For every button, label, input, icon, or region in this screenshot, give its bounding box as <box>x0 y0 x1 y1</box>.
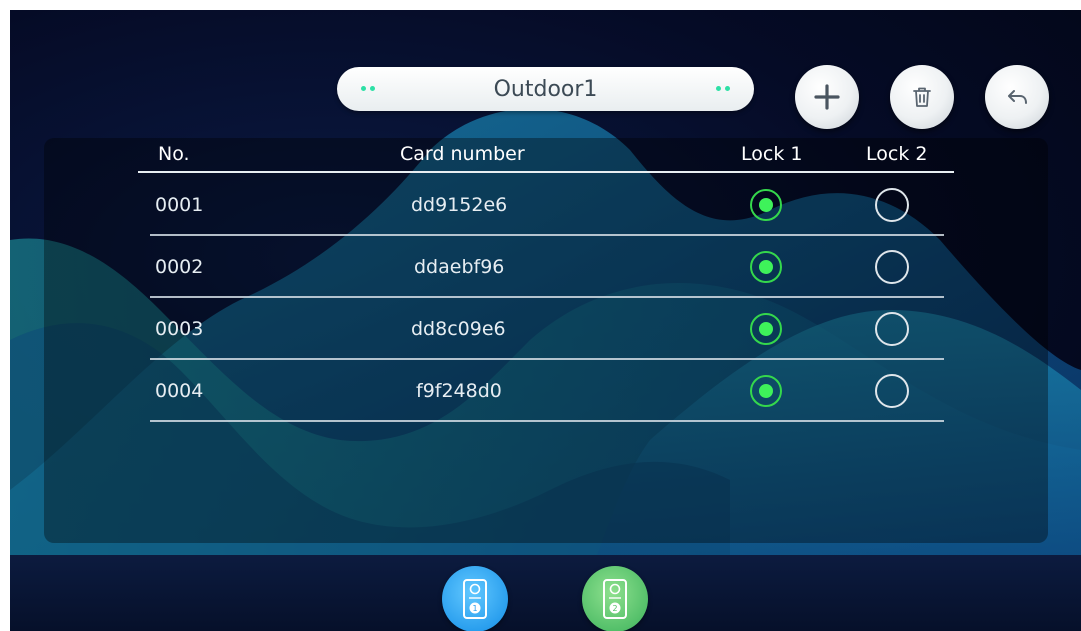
card-number: ddaebf96 <box>414 256 505 278</box>
outdoor-station-1-icon: 1 <box>463 579 487 619</box>
lock1-radio-checked[interactable] <box>750 375 782 407</box>
lock1-radio-checked[interactable] <box>750 251 782 283</box>
lock2-radio-unchecked[interactable] <box>875 188 909 222</box>
row-number: 0001 <box>155 194 204 216</box>
outdoor-station-2-icon: 2 <box>603 579 627 619</box>
card-number: dd8c09e6 <box>411 318 506 340</box>
pill-dots-left <box>361 86 375 91</box>
outdoor-station-2-button[interactable]: 2 <box>582 566 648 631</box>
row-number: 0002 <box>155 256 204 278</box>
row-number: 0003 <box>155 318 204 340</box>
svg-text:1: 1 <box>472 604 477 613</box>
header-divider <box>138 171 954 173</box>
delete-button[interactable] <box>890 65 954 129</box>
screen: Outdoor1 No. Card number Lock 1 Lock 2 0… <box>10 10 1081 631</box>
back-button[interactable] <box>985 65 1049 129</box>
lock1-radio-checked[interactable] <box>750 313 782 345</box>
add-button[interactable] <box>795 65 859 129</box>
table-row[interactable]: 0003 dd8c09e6 <box>10 298 1081 360</box>
bottom-nav-bar <box>10 555 1081 631</box>
lock2-radio-unchecked[interactable] <box>875 374 909 408</box>
lock1-radio-checked[interactable] <box>750 189 782 221</box>
table-row[interactable]: 0002 ddaebf96 <box>10 236 1081 298</box>
lock2-radio-unchecked[interactable] <box>875 312 909 346</box>
column-header-lock1: Lock 1 <box>741 143 803 165</box>
table-row[interactable]: 0004 f9f248d0 <box>10 360 1081 422</box>
table-row[interactable]: 0001 dd9152e6 <box>10 174 1081 236</box>
column-header-no: No. <box>158 143 190 165</box>
title-pill[interactable]: Outdoor1 <box>337 67 754 111</box>
outdoor-station-1-button[interactable]: 1 <box>442 566 508 631</box>
card-number: f9f248d0 <box>416 380 502 402</box>
back-arrow-icon <box>1008 90 1027 104</box>
page-title: Outdoor1 <box>493 76 598 102</box>
lock2-radio-unchecked[interactable] <box>875 250 909 284</box>
trash-icon <box>913 87 931 107</box>
row-divider <box>150 420 944 422</box>
svg-text:2: 2 <box>612 604 617 613</box>
column-header-card-number: Card number <box>400 143 525 165</box>
row-number: 0004 <box>155 380 204 402</box>
plus-icon <box>814 84 840 110</box>
pill-dots-right <box>716 86 730 91</box>
card-number: dd9152e6 <box>411 194 508 216</box>
column-header-lock2: Lock 2 <box>866 143 928 165</box>
